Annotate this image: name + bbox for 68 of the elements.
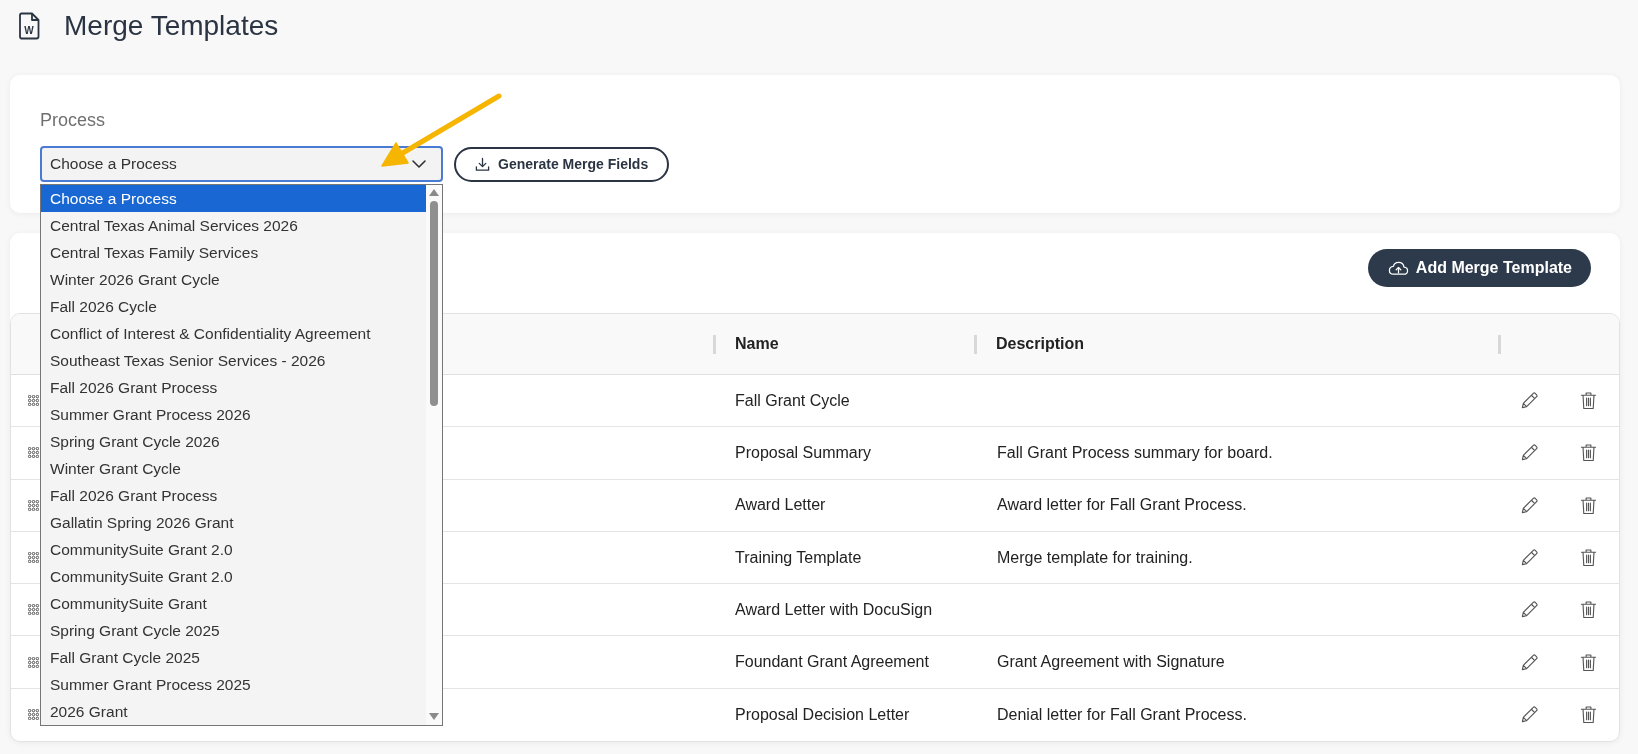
drag-handle-icon[interactable] xyxy=(28,709,39,721)
trash-icon[interactable] xyxy=(1580,443,1597,463)
trash-icon[interactable] xyxy=(1580,705,1597,725)
drag-handle-icon[interactable] xyxy=(28,499,39,511)
drag-handle-icon[interactable] xyxy=(28,395,39,407)
dropdown-option[interactable]: Spring Grant Cycle 2025 xyxy=(41,617,426,644)
chevron-down-icon xyxy=(412,160,426,168)
scroll-up-arrow-icon[interactable] xyxy=(429,189,439,196)
template-name: Award Letter xyxy=(735,496,826,515)
trash-icon[interactable] xyxy=(1580,548,1597,568)
dropdown-option[interactable]: CommunitySuite Grant 2.0 xyxy=(41,563,426,590)
edit-pencil-icon[interactable] xyxy=(1520,705,1539,725)
trash-icon[interactable] xyxy=(1580,495,1597,515)
dropdown-option[interactable]: 2026 Grant xyxy=(41,698,426,725)
dropdown-option[interactable]: Fall Grant Cycle 2025 xyxy=(41,644,426,671)
dropdown-option[interactable]: Spring Grant Cycle 2026 xyxy=(41,428,426,455)
edit-pencil-icon[interactable] xyxy=(1520,443,1539,463)
edit-pencil-icon[interactable] xyxy=(1520,391,1539,411)
template-name: Training Template xyxy=(735,548,862,567)
trash-icon[interactable] xyxy=(1580,391,1597,411)
add-merge-template-button[interactable]: Add Merge Template xyxy=(1367,249,1591,287)
template-description: Award letter for Fall Grant Process. xyxy=(997,496,1247,515)
download-icon xyxy=(475,156,490,172)
page-title: Merge Templates xyxy=(64,9,279,43)
dropdown-option[interactable]: Choose a Process xyxy=(41,185,426,212)
dropdown-option[interactable]: CommunitySuite Grant xyxy=(41,590,426,617)
dropdown-option[interactable]: Winter 2026 Grant Cycle xyxy=(41,266,426,293)
dropdown-option[interactable]: Summer Grant Process 2025 xyxy=(41,671,426,698)
edit-pencil-icon[interactable] xyxy=(1520,495,1539,515)
scrollbar[interactable] xyxy=(426,185,442,725)
dropdown-option[interactable]: Fall 2026 Grant Process xyxy=(41,374,426,401)
cloud-upload-icon xyxy=(1387,260,1409,276)
column-header: Description xyxy=(996,335,1084,353)
trash-icon[interactable] xyxy=(1580,652,1597,672)
dropdown-option[interactable]: Fall 2026 Grant Process xyxy=(41,482,426,509)
template-name: Foundant Grant Agreement xyxy=(735,653,929,672)
dropdown-option[interactable]: Gallatin Spring 2026 Grant xyxy=(41,509,426,536)
template-name: Award Letter with DocuSign xyxy=(735,600,933,619)
trash-icon[interactable] xyxy=(1580,600,1597,620)
template-description: Fall Grant Process summary for board. xyxy=(997,443,1273,462)
template-name: Proposal Decision Letter xyxy=(735,705,910,724)
edit-pencil-icon[interactable] xyxy=(1520,600,1539,620)
dropdown-option[interactable]: CommunitySuite Grant 2.0 xyxy=(41,536,426,563)
drag-handle-icon[interactable] xyxy=(28,552,39,564)
dropdown-option[interactable]: Central Texas Animal Services 2026 xyxy=(41,212,426,239)
template-description: Merge template for training. xyxy=(997,548,1193,567)
dropdown-option[interactable]: Conflict of Interest & Confidentiality Agreement xyxy=(41,320,426,347)
dropdown-option[interactable]: Southeast Texas Senior Services - 2026 xyxy=(41,347,426,374)
process-select[interactable]: Choose a Process xyxy=(40,146,443,182)
template-description: Grant Agreement with Signature xyxy=(997,653,1225,672)
dropdown-option[interactable]: Central Texas Family Services xyxy=(41,239,426,266)
scrollbar-thumb[interactable] xyxy=(430,201,438,406)
template-name: Fall Grant Cycle xyxy=(735,391,850,410)
scroll-down-arrow-icon[interactable] xyxy=(429,713,439,720)
drag-handle-icon[interactable] xyxy=(28,656,39,668)
dropdown-option[interactable]: Summer Grant Process 2026 xyxy=(41,401,426,428)
drag-handle-icon[interactable] xyxy=(28,447,39,459)
process-label: Process xyxy=(40,109,107,131)
dropdown-option[interactable]: Winter Grant Cycle xyxy=(41,455,426,482)
drag-handle-icon[interactable] xyxy=(28,604,39,616)
edit-pencil-icon[interactable] xyxy=(1520,652,1539,672)
edit-pencil-icon[interactable] xyxy=(1520,548,1539,568)
generate-merge-fields-button[interactable]: Generate Merge Fields xyxy=(454,146,670,182)
template-name: Proposal Summary xyxy=(735,443,872,462)
dropdown-option[interactable]: Fall 2026 Cycle xyxy=(41,293,426,320)
column-header: Name xyxy=(735,335,779,353)
word-document-icon: W xyxy=(18,12,40,40)
template-description: Denial letter for Fall Grant Process. xyxy=(997,705,1247,724)
